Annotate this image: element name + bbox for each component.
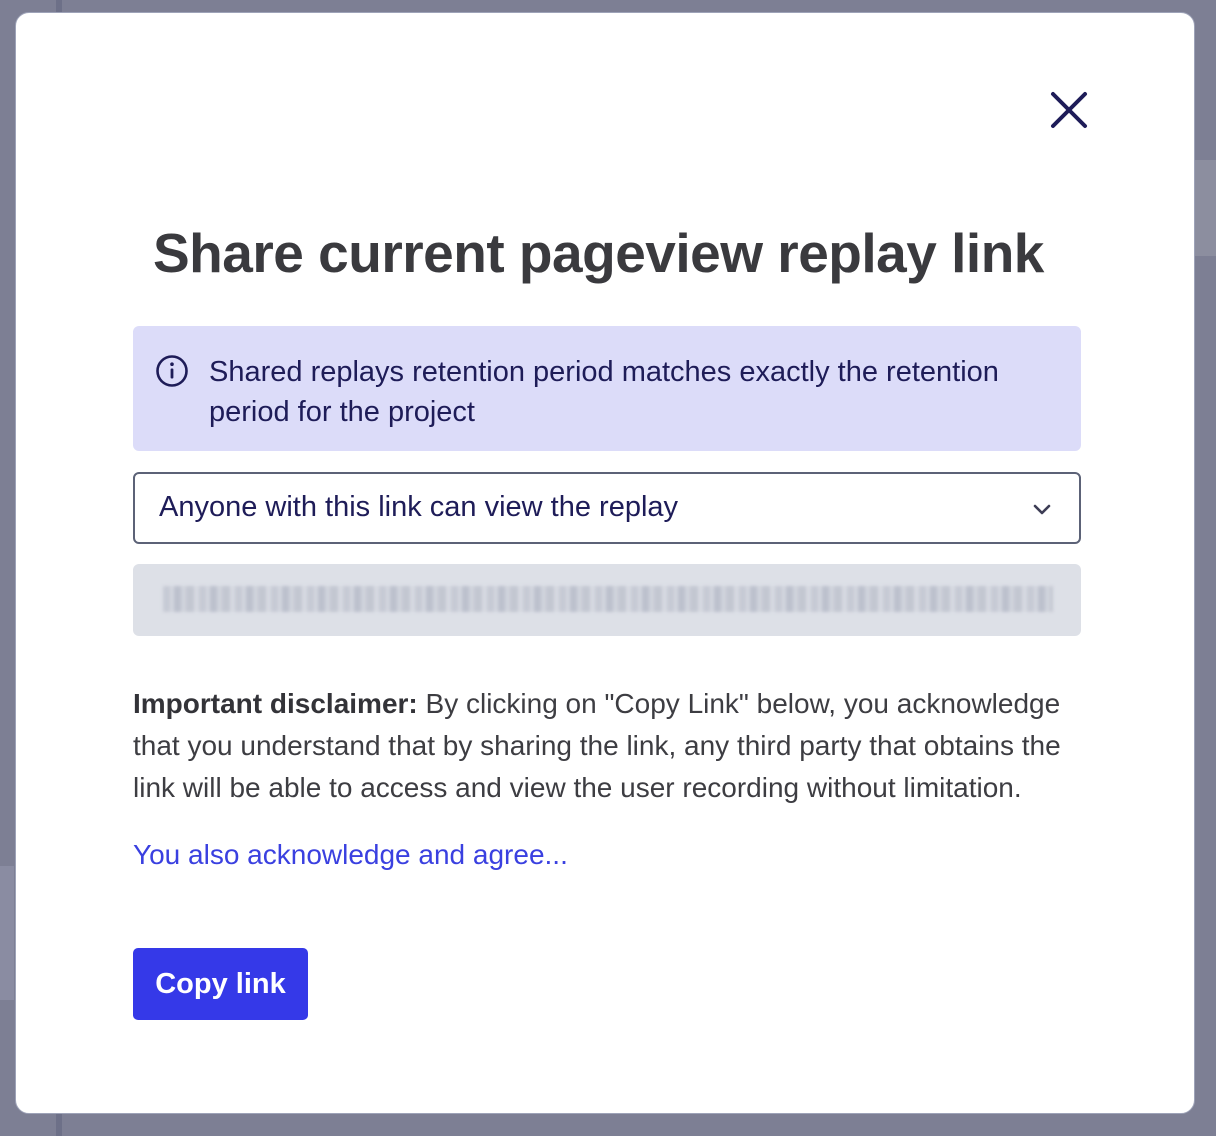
chevron-down-icon (1033, 504, 1051, 515)
info-circle-icon (156, 355, 188, 387)
share-replay-dialog: Share current pageview replay link Share… (15, 12, 1195, 1114)
link-access-selected-value: Anyone with this link can view the repla… (159, 491, 679, 523)
disclaimer-label: Important disclaimer: (133, 688, 418, 719)
blurred-link-text (163, 586, 1053, 612)
copy-link-button[interactable]: Copy link (133, 948, 308, 1020)
dialog-title: Share current pageview replay link (153, 222, 1044, 284)
retention-info-banner: Shared replays retention period matches … (133, 326, 1081, 451)
close-icon (1051, 92, 1087, 128)
retention-info-text: Shared replays retention period matches … (209, 356, 999, 428)
close-button[interactable] (1046, 87, 1092, 133)
background-row-highlight (0, 866, 14, 1000)
share-link-field[interactable] (133, 564, 1081, 636)
link-access-select[interactable]: Anyone with this link can view the repla… (133, 472, 1081, 544)
disclaimer-text: Important disclaimer: By clicking on "Co… (133, 683, 1083, 809)
acknowledge-agree-link[interactable]: You also acknowledge and agree... (133, 839, 568, 871)
